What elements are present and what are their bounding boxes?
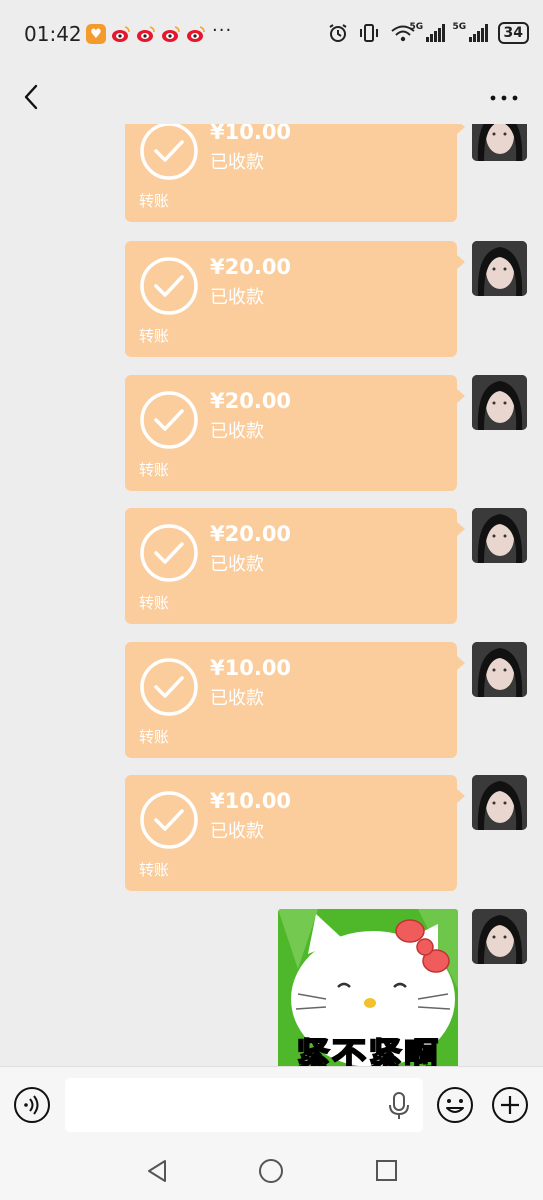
back-icon[interactable] — [18, 80, 48, 114]
check-circle-icon — [140, 257, 198, 315]
transfer-message: ¥10.00 已收款 转账 — [0, 775, 543, 893]
check-circle-icon — [140, 658, 198, 716]
input-bar — [0, 1066, 543, 1147]
transfer-label: 转账 — [139, 861, 170, 879]
check-circle-icon — [140, 391, 198, 449]
voice-mode-icon[interactable] — [13, 1086, 51, 1124]
transfer-card[interactable]: ¥10.00 已收款 转账 — [125, 775, 465, 891]
check-circle-icon — [140, 791, 198, 849]
transfer-amount: ¥20.00 — [210, 389, 292, 413]
status-time: 01:42 — [24, 22, 82, 46]
transfer-card[interactable]: ¥20.00 已收款 转账 — [125, 508, 465, 624]
avatar[interactable] — [472, 642, 527, 697]
transfer-amount: ¥20.00 — [210, 255, 292, 279]
transfer-amount: ¥10.00 — [210, 656, 292, 680]
transfer-status: 已收款 — [210, 554, 264, 575]
more-options-icon[interactable] — [489, 88, 519, 108]
system-navigation-bar — [0, 1146, 543, 1200]
weibo-icon — [111, 24, 131, 44]
transfer-label: 转账 — [139, 594, 170, 612]
emoji-icon[interactable] — [436, 1086, 474, 1124]
transfer-status: 已收款 — [210, 152, 264, 173]
transfer-message: ¥20.00 已收款 转账 — [0, 241, 543, 359]
weibo-icon — [136, 24, 156, 44]
system-home-icon[interactable] — [258, 1158, 284, 1184]
message-input[interactable] — [65, 1078, 423, 1132]
transfer-message: ¥20.00 已收款 转账 — [0, 508, 543, 626]
status-bar: 01:42 ♥ ··· 5G 5G 34 — [0, 0, 543, 70]
transfer-message: ¥10.00 已收款 转账 — [0, 124, 543, 224]
transfer-status: 已收款 — [210, 821, 264, 842]
system-recent-apps-icon[interactable] — [375, 1159, 398, 1182]
message-list[interactable]: ¥10.00 已收款 转账 ¥20.00 已收款 转账 ¥20.00 已收款 转… — [0, 124, 543, 1066]
weibo-icon — [186, 24, 206, 44]
avatar[interactable] — [472, 375, 527, 430]
transfer-card[interactable]: ¥20.00 已收款 转账 — [125, 241, 465, 357]
transfer-label: 转账 — [139, 192, 170, 210]
battery-indicator: 34 — [497, 22, 529, 44]
transfer-message: ¥20.00 已收款 转账 — [0, 375, 543, 493]
check-circle-icon — [140, 124, 198, 180]
alarm-icon — [328, 24, 347, 42]
avatar[interactable] — [472, 775, 527, 830]
sticker-message[interactable]: 紧不紧啊 — [278, 909, 458, 1066]
avatar[interactable] — [472, 241, 527, 296]
transfer-card[interactable]: ¥20.00 已收款 转账 — [125, 375, 465, 491]
transfer-label: 转账 — [139, 461, 170, 479]
vibrate-icon — [359, 24, 378, 42]
status-right-icons: 5G 5G 34 — [328, 22, 529, 44]
heart-app-icon: ♥ — [86, 24, 106, 44]
system-back-icon[interactable] — [145, 1158, 169, 1184]
signal-icon: 5G — [410, 22, 445, 42]
transfer-status: 已收款 — [210, 287, 264, 308]
transfer-message: ¥10.00 已收款 转账 — [0, 642, 543, 760]
transfer-status: 已收款 — [210, 421, 264, 442]
avatar[interactable] — [472, 508, 527, 563]
notification-icons: ♥ — [86, 24, 206, 44]
transfer-card[interactable]: ¥10.00 已收款 转账 — [125, 124, 465, 222]
avatar[interactable] — [472, 909, 527, 964]
avatar[interactable] — [472, 124, 527, 161]
chat-header — [0, 70, 543, 124]
add-more-icon[interactable] — [491, 1086, 529, 1124]
transfer-status: 已收款 — [210, 688, 264, 709]
transfer-amount: ¥20.00 — [210, 522, 292, 546]
transfer-label: 转账 — [139, 728, 170, 746]
transfer-card[interactable]: ¥10.00 已收款 转账 — [125, 642, 465, 758]
signal-icon: 5G — [453, 22, 488, 42]
check-circle-icon — [140, 524, 198, 582]
sticker-caption: 紧不紧啊 — [295, 1035, 440, 1066]
transfer-label: 转账 — [139, 327, 170, 345]
weibo-icon — [161, 24, 181, 44]
more-notifications-icon: ··· — [212, 20, 233, 41]
transfer-amount: ¥10.00 — [210, 124, 292, 144]
microphone-icon[interactable] — [386, 1092, 412, 1120]
transfer-amount: ¥10.00 — [210, 789, 292, 813]
